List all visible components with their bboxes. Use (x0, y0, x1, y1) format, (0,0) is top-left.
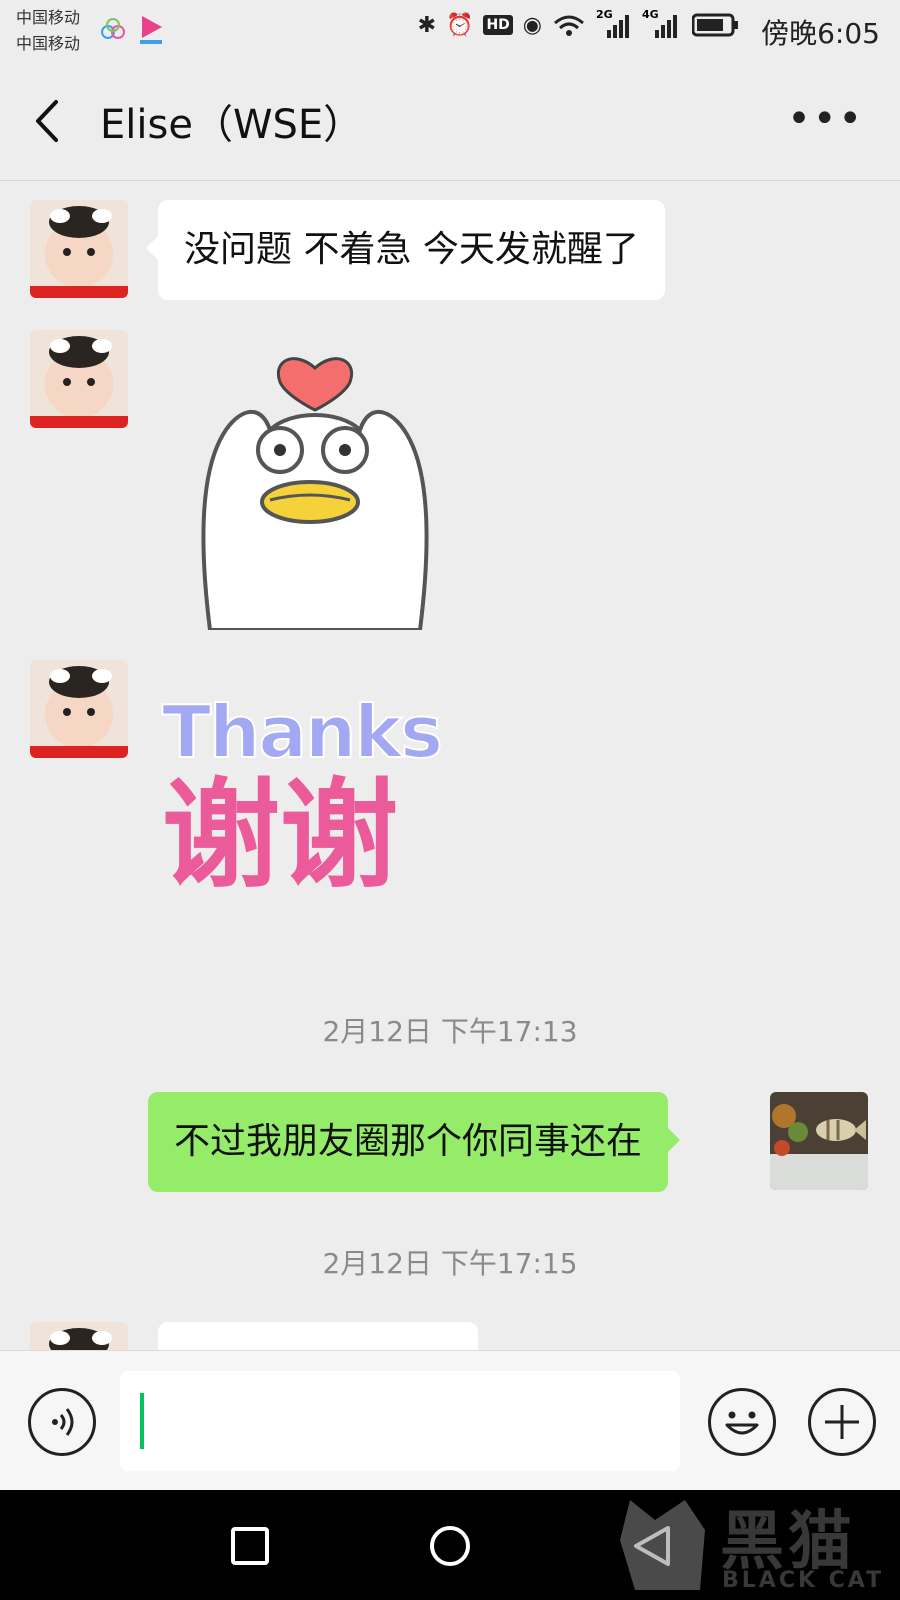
message-bubble-incoming[interactable]: 没问题 不着急 今天发就醒了 (146, 200, 665, 300)
message-input[interactable] (120, 1371, 680, 1471)
thanks-sticker[interactable]: Thanks 谢谢 (161, 689, 462, 930)
self-avatar[interactable] (770, 1092, 868, 1190)
wifi-icon (554, 15, 584, 36)
input-bar (0, 1350, 900, 1491)
carrier-label-1: 中国移动 (16, 8, 81, 27)
message-bubble-partial[interactable] (158, 1322, 478, 1350)
black-cat-logo-icon (620, 1500, 705, 1590)
message-bubble-outgoing[interactable]: 不过我朋友圈那个你同事还在 (148, 1092, 681, 1192)
eye-comfort-icon: ◉ (522, 12, 542, 38)
watermark: 黑猫 BLACK CAT (610, 1480, 900, 1600)
baby-avatar-icon (30, 1322, 128, 1350)
baby-avatar-icon (30, 200, 128, 298)
smiley-icon (725, 1411, 759, 1435)
baby-avatar-icon (30, 660, 128, 758)
status-bar: 中国移动 中国移动 ✱ ⏰ HD ◉ 2G 4G 傍晚6:05 (0, 0, 900, 62)
sticker-text-xiexie: 谢谢 (162, 766, 399, 904)
signal-4g-icon: 4G (642, 8, 682, 38)
recents-button[interactable] (230, 1526, 270, 1566)
duck-heart-sticker[interactable] (190, 330, 440, 630)
contact-avatar[interactable] (30, 330, 128, 428)
watermark-sub: BLACK CAT (722, 1568, 885, 1593)
contact-avatar[interactable] (30, 660, 128, 758)
hd-icon: HD (483, 15, 513, 35)
status-icons: ✱ ⏰ HD ◉ 2G 4G (417, 8, 740, 38)
chat-timestamp: 2月12日 下午17:15 (322, 1247, 578, 1280)
text-caret (140, 1393, 144, 1449)
app-notification-icon (101, 18, 125, 39)
youku-notification-icon (140, 16, 162, 44)
voice-icon (52, 1408, 74, 1436)
fish-avatar-icon (770, 1092, 868, 1190)
contact-avatar-partial[interactable] (30, 1322, 128, 1350)
emoji-button[interactable] (708, 1388, 776, 1456)
chat-timestamp: 2月12日 下午17:13 (322, 1015, 578, 1048)
chat-header: Elise（WSE） ••• (0, 62, 900, 181)
add-attachment-button[interactable] (808, 1388, 876, 1456)
plus-icon (825, 1405, 859, 1439)
carrier-label-2: 中国移动 (16, 34, 81, 53)
voice-toggle-button[interactable] (28, 1388, 96, 1456)
sticker-text-thanks: Thanks (161, 689, 444, 775)
status-time: 傍晚6:05 (761, 17, 880, 50)
baby-avatar-icon (30, 330, 128, 428)
chat-title: Elise（WSE） (100, 102, 364, 148)
bluetooth-icon: ✱ (417, 12, 437, 38)
signal-2g-icon: 2G (596, 8, 632, 38)
alarm-icon: ⏰ (446, 12, 474, 38)
home-button[interactable] (428, 1524, 472, 1568)
more-options-button[interactable]: ••• (787, 96, 864, 142)
contact-avatar[interactable] (30, 200, 128, 298)
back-button[interactable] (28, 96, 68, 146)
battery-icon (692, 13, 738, 37)
